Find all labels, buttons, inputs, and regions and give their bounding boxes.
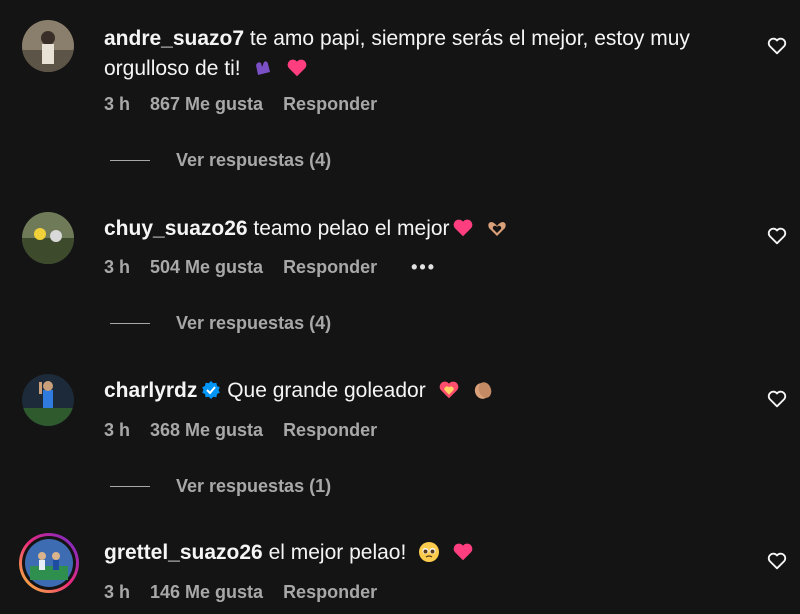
username[interactable]: andre_suazo7 bbox=[104, 27, 244, 50]
view-replies-label: Ver respuestas (4) bbox=[176, 313, 332, 333]
more-options-icon[interactable]: ••• bbox=[411, 257, 436, 278]
username[interactable]: charlyrdz bbox=[104, 379, 197, 402]
timestamp: 3 h bbox=[104, 257, 131, 277]
like-heart-icon[interactable] bbox=[766, 388, 788, 410]
comment-text: grettel_suazo26 el mejor pelao! bbox=[104, 538, 744, 572]
view-replies-button[interactable]: Ver respuestas (4) bbox=[110, 150, 331, 171]
like-count[interactable]: 368 Me gusta bbox=[150, 420, 263, 441]
like-heart-icon[interactable] bbox=[766, 35, 788, 57]
reply-button[interactable]: Responder bbox=[283, 420, 377, 441]
view-replies-label: Ver respuestas (1) bbox=[176, 476, 332, 496]
reply-button[interactable]: Responder bbox=[283, 94, 377, 115]
comment-body: el mejor pelao! bbox=[268, 541, 407, 564]
comment-meta: 3 h 146 Me gusta Responder bbox=[104, 582, 397, 603]
view-replies-label: Ver respuestas (4) bbox=[176, 150, 332, 170]
replies-divider bbox=[110, 323, 150, 324]
avatar[interactable] bbox=[22, 374, 74, 426]
heart-on-fire-emoji bbox=[438, 379, 460, 410]
comment-body: teamo pelao el mejor bbox=[253, 217, 450, 240]
comment-body: Que grande goleador bbox=[227, 379, 426, 402]
comment-text: andre_suazo7 te amo papi, siempre serás … bbox=[104, 24, 744, 88]
like-count[interactable]: 146 Me gusta bbox=[150, 582, 263, 603]
like-count[interactable]: 504 Me gusta bbox=[150, 257, 263, 278]
replies-divider bbox=[110, 160, 150, 161]
like-heart-icon[interactable] bbox=[766, 225, 788, 247]
timestamp: 3 h bbox=[104, 94, 131, 114]
timestamp: 3 h bbox=[104, 420, 131, 440]
replies-divider bbox=[110, 486, 150, 487]
pink-heart-emoji bbox=[452, 217, 474, 248]
pleading-face-emoji bbox=[418, 541, 440, 572]
avatar[interactable] bbox=[22, 212, 74, 264]
like-count[interactable]: 867 Me gusta bbox=[150, 94, 263, 115]
comment-meta: 3 h 504 Me gusta Responder ••• bbox=[104, 257, 456, 278]
reply-button[interactable]: Responder bbox=[283, 582, 377, 603]
username[interactable]: chuy_suazo26 bbox=[104, 217, 248, 240]
username[interactable]: grettel_suazo26 bbox=[104, 541, 263, 564]
comment-meta: 3 h 368 Me gusta Responder bbox=[104, 420, 397, 441]
comment-text: chuy_suazo26 teamo pelao el mejor bbox=[104, 214, 744, 248]
view-replies-button[interactable]: Ver respuestas (1) bbox=[110, 476, 331, 497]
comment-meta: 3 h 867 Me gusta Responder bbox=[104, 94, 397, 115]
pink-heart-emoji bbox=[286, 57, 308, 88]
timestamp: 3 h bbox=[104, 582, 131, 602]
view-replies-button[interactable]: Ver respuestas (4) bbox=[110, 313, 331, 334]
heart-hands-emoji bbox=[485, 217, 509, 248]
purple-hand-heart-emoji bbox=[252, 57, 274, 88]
reply-button[interactable]: Responder bbox=[283, 257, 377, 278]
avatar[interactable] bbox=[22, 20, 74, 72]
like-heart-icon[interactable] bbox=[766, 550, 788, 572]
avatar[interactable] bbox=[18, 532, 80, 594]
clapping-hands-emoji bbox=[471, 379, 495, 410]
pink-heart-emoji bbox=[452, 541, 474, 572]
verified-badge-icon bbox=[201, 379, 221, 409]
comment-text: charlyrdz Que grande goleador bbox=[104, 376, 744, 410]
